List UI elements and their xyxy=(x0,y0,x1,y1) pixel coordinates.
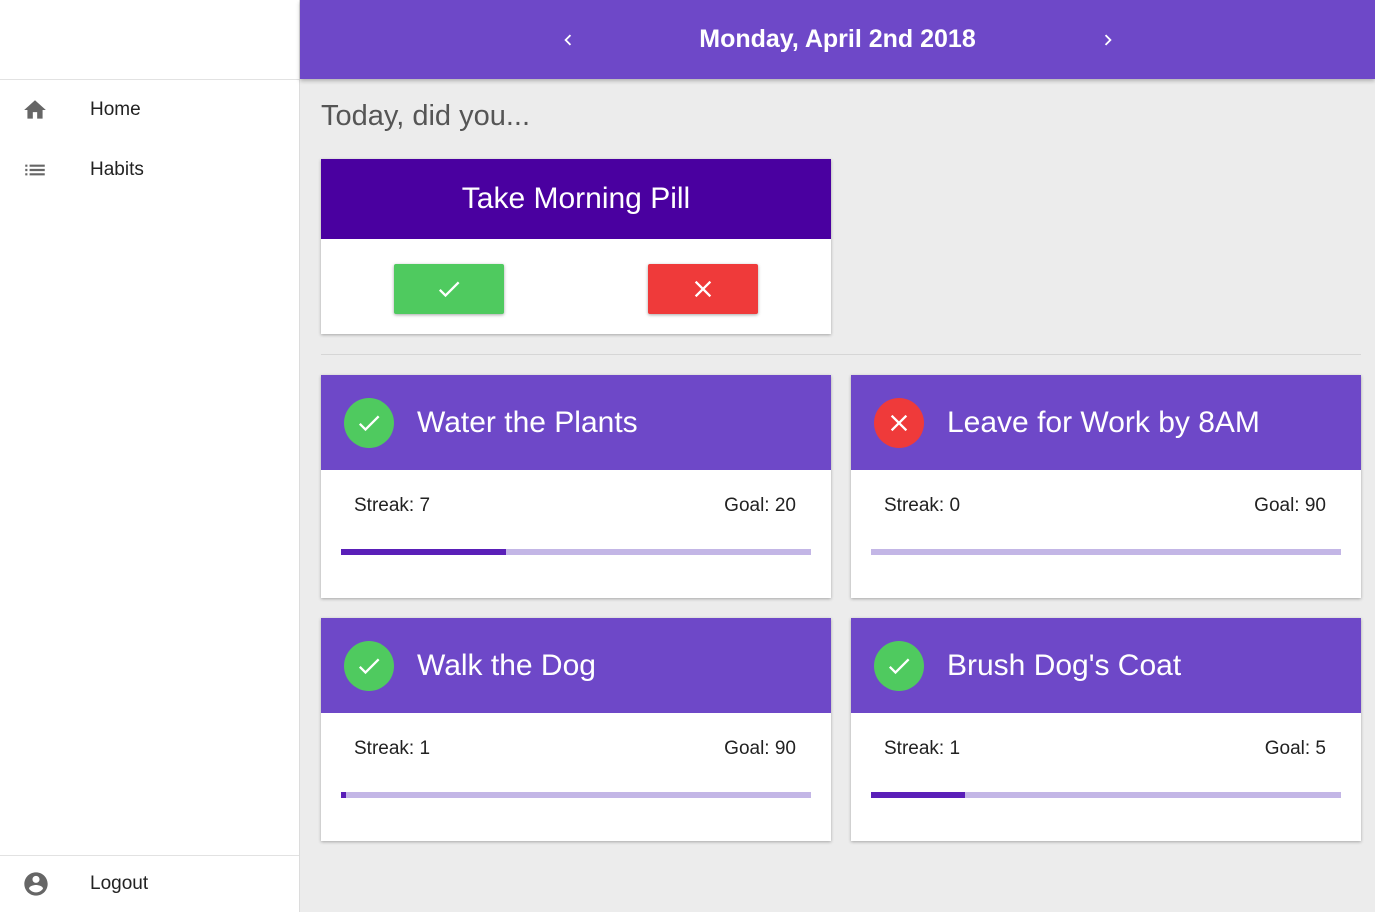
streak-label: Streak: 1 xyxy=(884,738,961,759)
sidebar-item-label: Home xyxy=(90,99,141,120)
chevron-left-icon xyxy=(563,34,571,45)
next-day-button[interactable] xyxy=(1078,10,1138,70)
sidebar-item-home[interactable]: Home xyxy=(0,80,299,140)
goal-label: Goal: 90 xyxy=(724,738,796,759)
chevron-right-icon xyxy=(1104,34,1112,45)
habit-card[interactable]: Walk the Dog Streak: 1 Goal: 90 xyxy=(321,618,831,841)
habit-card-header: Water the Plants xyxy=(321,375,831,470)
account-circle-icon xyxy=(0,870,90,898)
streak-label: Streak: 1 xyxy=(354,738,431,759)
habit-name: Leave for Work by 8AM xyxy=(947,405,1260,439)
habit-name: Water the Plants xyxy=(417,405,638,439)
page-prompt: Today, did you... xyxy=(321,100,531,132)
check-icon xyxy=(358,658,380,674)
close-icon xyxy=(890,414,908,431)
current-date: Monday, April 2nd 2018 xyxy=(699,25,976,53)
habit-card-header: Brush Dog's Coat xyxy=(851,618,1361,713)
goal-label: Goal: 90 xyxy=(1254,495,1326,516)
streak-label: Streak: 7 xyxy=(354,495,431,516)
sidebar-item-habits[interactable]: Habits xyxy=(0,140,299,200)
sidebar-item-label: Habits xyxy=(90,159,144,180)
list-icon xyxy=(0,157,90,183)
status-failed-badge xyxy=(874,397,924,448)
habit-card[interactable]: Water the Plants Streak: 7 Goal: 20 xyxy=(321,375,831,598)
pending-habit-title: Take Morning Pill xyxy=(321,159,831,239)
streak-label: Streak: 0 xyxy=(884,495,961,516)
home-icon xyxy=(0,97,90,123)
status-done-badge xyxy=(874,640,924,691)
mark-done-button[interactable] xyxy=(394,264,504,314)
habit-stats: Streak: 0 Goal: 90 xyxy=(851,495,1361,517)
habit-name: Brush Dog's Coat xyxy=(947,648,1182,682)
habit-card[interactable]: Brush Dog's Coat Streak: 1 Goal: 5 xyxy=(851,618,1361,841)
habit-name: Walk the Dog xyxy=(417,648,596,682)
habit-stats: Streak: 1 Goal: 5 xyxy=(851,738,1361,760)
goal-progress-bar xyxy=(341,549,811,555)
goal-progress-bar xyxy=(341,792,811,798)
goal-progress-fill xyxy=(341,549,506,555)
habit-stats: Streak: 7 Goal: 20 xyxy=(321,495,831,517)
goal-progress-bar xyxy=(871,792,1341,798)
status-done-badge xyxy=(344,397,394,448)
close-icon xyxy=(694,280,712,298)
pending-habit-card: Take Morning Pill xyxy=(321,159,831,334)
sidebar-header xyxy=(0,0,299,80)
check-icon xyxy=(438,281,460,298)
habit-card-header: Walk the Dog xyxy=(321,618,831,713)
previous-day-button[interactable] xyxy=(538,10,598,70)
date-header: Monday, April 2nd 2018 xyxy=(300,0,1375,79)
logout-button[interactable]: Logout xyxy=(0,855,299,912)
goal-label: Goal: 5 xyxy=(1264,738,1326,759)
habit-card-header: Leave for Work by 8AM xyxy=(851,375,1361,470)
goal-progress-fill xyxy=(341,792,347,798)
check-icon xyxy=(888,658,910,674)
sidebar: Home Habits Logout xyxy=(0,0,300,912)
goal-label: Goal: 20 xyxy=(724,495,796,516)
logout-label: Logout xyxy=(90,873,149,894)
habit-stats: Streak: 1 Goal: 90 xyxy=(321,738,831,760)
goal-progress-fill xyxy=(871,792,965,798)
mark-missed-button[interactable] xyxy=(648,264,758,314)
status-done-badge xyxy=(344,640,394,691)
section-divider xyxy=(321,354,1361,355)
habit-card[interactable]: Leave for Work by 8AM Streak: 0 Goal: 90 xyxy=(851,375,1361,598)
check-icon xyxy=(358,415,380,431)
goal-progress-bar xyxy=(871,549,1341,555)
